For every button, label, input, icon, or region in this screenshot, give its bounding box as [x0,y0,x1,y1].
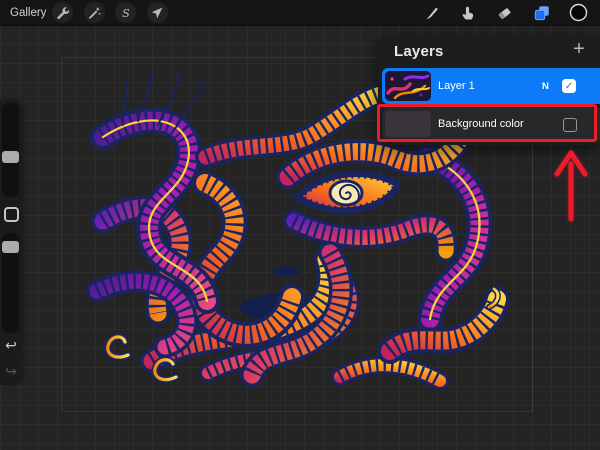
layers-panel-title: Layers [394,43,444,60]
transform-arrow-icon [151,7,163,19]
top-toolbar: Gallery S [0,0,600,26]
layer1-name: Layer 1 [438,80,475,92]
paint-button[interactable] [420,2,441,23]
selection-button[interactable]: S [115,2,136,23]
layer1-visibility-checkbox[interactable]: ✓ [562,79,576,93]
actions-button[interactable] [52,2,73,23]
checkmark-icon: ✓ [564,80,574,92]
annotation-up-arrow [554,150,588,222]
layer-row-layer1[interactable]: Layer 1 N ✓ [382,68,600,104]
magic-wand-icon [89,6,101,19]
sidebar-tool-controls: ↩ ↪ [0,100,22,385]
procreate-app: ↩ ↪ Gallery S Layers + Layer 1 N ✓ Backg… [0,0,600,450]
smudge-button[interactable] [457,2,478,23]
adjustments-button[interactable] [84,2,105,23]
eraser-icon [498,8,511,19]
undo-button[interactable]: ↩ [0,335,22,355]
opacity-slider-handle[interactable] [2,241,19,253]
paint-brush-icon [425,7,438,20]
wrench-icon [57,7,69,19]
current-color-disc-icon [569,3,588,22]
transform-button[interactable] [147,2,168,23]
smudge-finger-icon [462,6,474,20]
brush-size-slider[interactable] [2,103,19,197]
layers-stack-icon [534,5,549,20]
layer1-thumbnail-art [385,71,431,101]
erase-button[interactable] [494,2,515,23]
annotation-highlight-box [377,104,597,142]
gallery-button[interactable]: Gallery [10,0,46,25]
undo-icon: ↩ [5,337,17,353]
brush-size-slider-handle[interactable] [2,151,19,163]
layer1-thumbnail[interactable] [385,71,431,101]
svg-text:S: S [122,6,130,20]
redo-button[interactable]: ↪ [0,361,22,381]
layer1-blend-mode[interactable]: N [542,68,549,104]
redo-icon: ↪ [5,363,17,379]
gallery-label: Gallery [10,6,47,19]
selection-s-icon: S [122,6,130,20]
add-layer-button[interactable]: + [567,37,591,61]
layers-button[interactable] [531,2,552,23]
color-button[interactable] [568,2,589,23]
modify-button[interactable] [4,207,19,222]
